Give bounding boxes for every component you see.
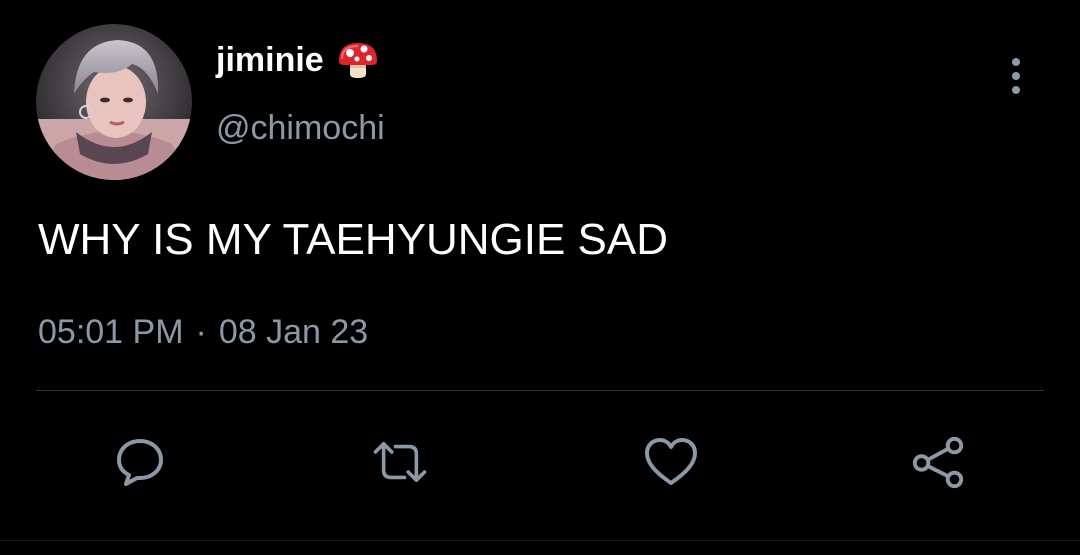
reply-button[interactable] xyxy=(110,432,170,492)
tweet-text: WHY IS MY TAEHYUNGIE SAD xyxy=(38,215,668,264)
mushroom-icon xyxy=(338,43,377,78)
display-name[interactable]: jiminie xyxy=(216,36,324,84)
author-handle[interactable]: @chimochi xyxy=(216,106,385,150)
more-vertical-icon xyxy=(1012,58,1020,94)
share-button[interactable] xyxy=(908,432,968,492)
heart-icon xyxy=(645,438,697,485)
tweet-timestamp: 05:01 PM · 08 Jan 23 xyxy=(38,308,368,356)
retweet-button[interactable] xyxy=(370,432,430,492)
tweet-time[interactable]: 05:01 PM xyxy=(38,313,184,351)
bottom-divider xyxy=(0,540,1080,541)
meta-separator: · xyxy=(195,313,207,351)
retweet-icon xyxy=(373,442,427,482)
avatar-image xyxy=(36,24,192,180)
author-row: jiminie xyxy=(216,36,380,84)
like-button[interactable] xyxy=(641,432,701,492)
divider xyxy=(36,390,1044,391)
speech-bubble-icon xyxy=(117,439,163,486)
tweet-date[interactable]: 08 Jan 23 xyxy=(219,313,368,351)
share-icon xyxy=(912,436,964,489)
more-options-button[interactable] xyxy=(998,54,1034,98)
avatar[interactable] xyxy=(36,24,192,180)
